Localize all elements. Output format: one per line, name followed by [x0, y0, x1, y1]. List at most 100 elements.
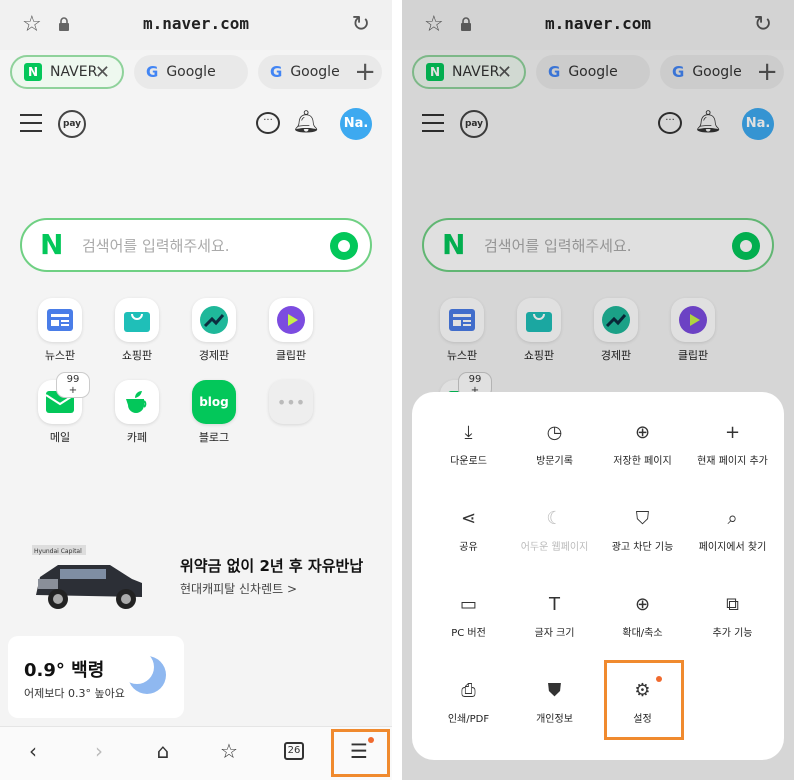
- menu-item-label: 글자 크기: [534, 628, 575, 639]
- shopping-icon: [115, 298, 159, 342]
- url-bar: ☆ m.naver.com ↻: [0, 0, 392, 50]
- moon-icon: [120, 650, 166, 694]
- menu-item-font-size[interactable]: T 글자 크기: [508, 594, 601, 639]
- menu-item-label: 개인정보: [536, 714, 573, 725]
- tab-label: NAVER: [50, 64, 98, 80]
- app-label: 메일: [49, 431, 71, 444]
- app-label: 뉴스판: [44, 349, 76, 362]
- reload-icon[interactable]: ↻: [352, 12, 370, 37]
- menu-item-dark-mode[interactable]: ☾ 어두운 웹페이지: [508, 508, 601, 553]
- cafe-icon: [115, 380, 159, 424]
- menu-item-label: PC 버전: [451, 628, 486, 639]
- download-icon: ⤓: [464, 422, 473, 443]
- google-logo-icon: G: [270, 63, 283, 81]
- economy-icon: [192, 298, 236, 342]
- ad-subtitle[interactable]: 현대캐피탈 신차렌트 >: [180, 580, 297, 597]
- app-economy[interactable]: 경제판: [184, 298, 244, 363]
- bookmark-icon[interactable]: ☆: [214, 739, 244, 763]
- home-icon[interactable]: ⌂: [148, 739, 178, 763]
- menu-item-label: 저장한 페이지: [613, 456, 672, 467]
- menu-item-history[interactable]: ◷ 방문기록: [508, 422, 601, 467]
- menu-item-find-in-page[interactable]: ⌕ 페이지에서 찾기: [686, 508, 779, 553]
- saved-page-icon: ⊕: [634, 422, 651, 443]
- tab-count-icon[interactable]: 26: [284, 742, 304, 760]
- privacy-icon: ⛊: [547, 680, 562, 701]
- bell-icon[interactable]: 🔔︎: [292, 110, 320, 135]
- app-label: 쇼핑판: [121, 349, 153, 362]
- left-screen: ☆ m.naver.com ↻ N NAVER ✕ G Google G Goo…: [0, 0, 392, 780]
- app-more[interactable]: •••: [261, 380, 321, 424]
- font-size-icon: T: [549, 594, 560, 615]
- weather-temp: 0.9° 백령: [24, 660, 105, 681]
- app-label: 클립판: [275, 349, 307, 362]
- tab-naver[interactable]: N NAVER ✕: [10, 55, 124, 89]
- weather-sub: 어제보다 0.3° 높아요: [24, 687, 125, 700]
- naver-logo-icon: N: [40, 228, 64, 261]
- menu-item-print[interactable]: ⎙ 인쇄/PDF: [422, 680, 515, 725]
- chat-icon[interactable]: ···: [256, 112, 280, 134]
- tab-label: Google: [166, 64, 216, 80]
- ad-badge: Hyundai Capital: [34, 548, 82, 555]
- weather-card[interactable]: 0.9° 백령 어제보다 0.3° 높아요: [8, 636, 184, 718]
- app-blog[interactable]: blog 블로그: [184, 380, 244, 445]
- menu-item-download[interactable]: ⤓ 다운로드: [422, 422, 515, 467]
- app-label: 카페: [126, 431, 148, 444]
- car-image: Hyundai Capital: [32, 545, 142, 609]
- app-mail[interactable]: 99 + 메일: [30, 372, 90, 445]
- naver-logo-icon: N: [24, 63, 42, 81]
- blog-icon: blog: [192, 380, 236, 424]
- find-in-page-icon: ⌕: [727, 508, 738, 529]
- app-news[interactable]: 뉴스판: [30, 298, 90, 363]
- google-logo-icon: G: [146, 63, 159, 81]
- news-icon: [38, 298, 82, 342]
- menu-item-label: 다운로드: [450, 456, 487, 467]
- close-tab-icon[interactable]: ✕: [95, 62, 110, 83]
- pc-version-icon: ▭: [459, 594, 477, 615]
- menu-item-pc-version[interactable]: ▭ PC 버전: [422, 594, 515, 639]
- menu-item-label: 어두운 웹페이지: [520, 542, 589, 553]
- app-clip[interactable]: 클립판: [261, 298, 321, 363]
- search-box[interactable]: N 검색어를 입력해주세요.: [20, 218, 372, 272]
- mail-count-badge: 99 +: [56, 372, 90, 398]
- forward-icon[interactable]: ›: [84, 739, 114, 763]
- clip-icon: [269, 298, 313, 342]
- menu-item-extensions[interactable]: ⧉ 추가 기능: [686, 594, 779, 639]
- menu-item-saved-pages[interactable]: ⊕ 저장한 페이지: [596, 422, 689, 467]
- menu-item-label: 확대/축소: [622, 628, 663, 639]
- menu-item-ad-block[interactable]: ⛉ 광고 차단 기능: [596, 508, 689, 553]
- menu-item-label: 공유: [459, 542, 478, 553]
- add-page-icon: +: [724, 422, 741, 443]
- avatar[interactable]: Na.: [340, 108, 372, 140]
- app-cafe[interactable]: 카페: [107, 380, 167, 445]
- hamburger-menu-icon[interactable]: [20, 114, 42, 138]
- app-shopping[interactable]: 쇼핑판: [107, 298, 167, 363]
- menu-item-add-page[interactable]: + 현재 페이지 추가: [686, 422, 779, 467]
- url-text[interactable]: m.naver.com: [0, 14, 392, 33]
- pay-icon[interactable]: pay: [58, 110, 86, 138]
- ad-block-icon: ⛉: [635, 508, 650, 529]
- divider: [392, 0, 402, 780]
- new-tab-icon[interactable]: +: [354, 57, 376, 87]
- ad-title: 위약금 없이 2년 후 자유반납: [180, 557, 364, 575]
- menu-item-zoom[interactable]: ⊕ 확대/축소: [596, 594, 689, 639]
- share-icon: ⋖: [460, 508, 477, 529]
- print-icon: ⎙: [461, 680, 476, 701]
- menu-button-highlight: [331, 729, 390, 777]
- menu-item-label: 인쇄/PDF: [447, 714, 490, 725]
- menu-item-privacy[interactable]: ⛊ 개인정보: [508, 680, 601, 725]
- menu-item-label: 페이지에서 찾기: [698, 542, 767, 553]
- menu-item-label: 광고 차단 기능: [611, 542, 674, 553]
- search-input[interactable]: 검색어를 입력해주세요.: [82, 235, 230, 256]
- ad-banner[interactable]: Hyundai Capital 위약금 없이 2년 후 자유반납 현대캐피탈 신…: [30, 535, 370, 625]
- menu-item-label: 방문기록: [536, 456, 573, 467]
- tab-google[interactable]: G Google: [134, 55, 248, 89]
- menu-item-label: 현재 페이지 추가: [697, 456, 768, 467]
- more-icon: •••: [269, 380, 313, 424]
- app-label: 블로그: [198, 431, 230, 444]
- zoom-icon: ⊕: [634, 594, 651, 615]
- menu-item-share[interactable]: ⋖ 공유: [422, 508, 515, 553]
- extensions-icon: ⧉: [726, 594, 739, 615]
- back-icon[interactable]: ‹: [18, 739, 48, 763]
- dark-mode-icon: ☾: [546, 508, 563, 529]
- green-window-icon[interactable]: [330, 232, 358, 260]
